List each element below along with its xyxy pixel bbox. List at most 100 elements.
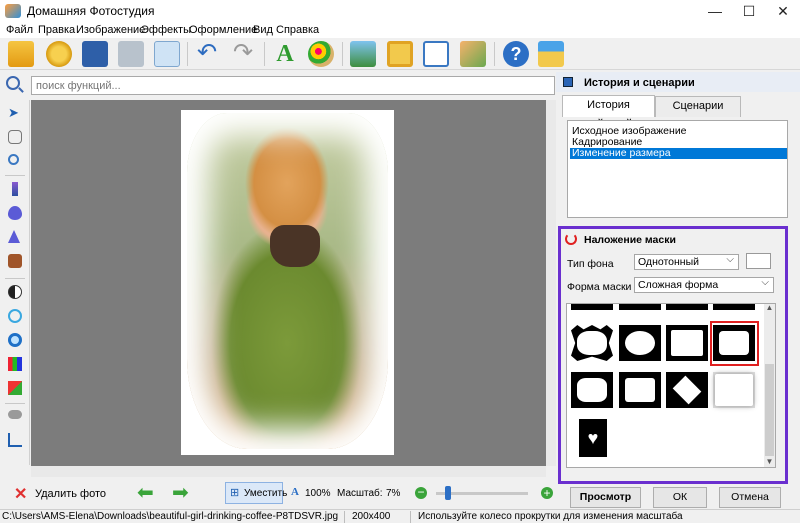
close-button[interactable]: ✕ bbox=[766, 0, 800, 22]
menu-help[interactable]: Справка bbox=[276, 24, 319, 36]
scroll-thumb[interactable] bbox=[765, 364, 774, 456]
help-icon[interactable]: ? bbox=[503, 41, 529, 67]
eraser-icon[interactable] bbox=[8, 410, 22, 419]
photo-icon[interactable] bbox=[350, 41, 376, 67]
print-icon[interactable] bbox=[118, 41, 144, 67]
actual-size-icon[interactable]: A bbox=[291, 486, 299, 498]
cancel-button[interactable]: Отмена bbox=[719, 487, 781, 508]
scale-label: Масштаб: bbox=[337, 488, 383, 499]
status-bar: C:\Users\AMS-Elena\Downloads\beautiful-g… bbox=[0, 509, 800, 523]
window-title: Домашняя Фотостудия bbox=[27, 4, 155, 18]
mask-gallery-scrollbar[interactable]: ▲ ▼ bbox=[764, 304, 775, 467]
menu-image[interactable]: Изображение bbox=[76, 24, 145, 36]
menu-edit[interactable]: Правка bbox=[38, 24, 75, 36]
menu-view[interactable]: Вид bbox=[253, 24, 273, 36]
mask-thumbnail[interactable] bbox=[713, 372, 755, 408]
history-item-selected[interactable]: Изменение размера bbox=[570, 148, 787, 159]
mask-thumbnail[interactable]: ♥ bbox=[579, 419, 607, 457]
zoom-icon[interactable] bbox=[8, 154, 19, 165]
bg-color-swatch[interactable] bbox=[746, 253, 771, 269]
status-file-path: C:\Users\AMS-Elena\Downloads\beautiful-g… bbox=[2, 511, 339, 522]
hand-icon[interactable] bbox=[8, 130, 22, 144]
bg-type-select[interactable]: Однотонный bbox=[634, 253, 739, 270]
ok-button[interactable]: ОК bbox=[653, 487, 707, 508]
zoom-out-icon[interactable]: − bbox=[415, 486, 427, 499]
undo-icon[interactable]: ↶ bbox=[194, 41, 220, 67]
history-list[interactable]: Исходное изображение Кадрирование Измене… bbox=[567, 120, 788, 218]
maximize-button[interactable]: ☐ bbox=[732, 0, 766, 22]
actual-size-button[interactable]: 100% bbox=[305, 488, 331, 499]
canvas-horizontal-scrollbar[interactable] bbox=[31, 466, 546, 477]
panel-icon bbox=[563, 77, 573, 87]
mask-thumbnail[interactable] bbox=[571, 304, 613, 310]
channels-icon[interactable] bbox=[8, 357, 22, 371]
text-icon[interactable]: A bbox=[272, 41, 298, 67]
crop-icon[interactable] bbox=[8, 433, 22, 447]
collage-icon[interactable] bbox=[460, 41, 486, 67]
minimize-button[interactable]: — bbox=[698, 0, 732, 22]
redo-icon[interactable]: ↷ bbox=[230, 41, 256, 67]
photo-preview[interactable] bbox=[187, 113, 388, 449]
drop-icon[interactable] bbox=[8, 206, 22, 220]
mask-thumbnail[interactable] bbox=[571, 325, 613, 361]
mask-thumbnail[interactable] bbox=[619, 304, 661, 310]
delete-photo-button[interactable]: Удалить фото bbox=[35, 488, 106, 500]
mask-thumbnail[interactable] bbox=[571, 372, 613, 408]
mask-thumbnail[interactable] bbox=[666, 325, 708, 361]
hue-icon[interactable] bbox=[8, 333, 22, 347]
mask-thumbnail[interactable] bbox=[666, 304, 708, 310]
bg-type-label: Тип фона bbox=[567, 258, 614, 270]
calendar-icon[interactable] bbox=[423, 41, 449, 67]
search-input[interactable] bbox=[31, 76, 555, 95]
mask-thumbnail[interactable] bbox=[619, 325, 661, 361]
menu-effects[interactable]: Эффекты bbox=[141, 24, 191, 36]
contrast-icon[interactable] bbox=[8, 285, 22, 299]
preview-icon[interactable] bbox=[154, 41, 180, 67]
zoom-slider-thumb[interactable] bbox=[445, 486, 452, 500]
preview-button[interactable]: Просмотр bbox=[570, 487, 641, 508]
stamp-icon[interactable] bbox=[8, 254, 22, 268]
mask-icon bbox=[565, 233, 577, 245]
mask-shape-select[interactable]: Сложная форма bbox=[634, 276, 774, 293]
status-image-size: 200x400 bbox=[352, 511, 391, 522]
mask-thumbnail[interactable] bbox=[666, 372, 708, 408]
mask-thumbnail[interactable] bbox=[713, 304, 755, 310]
tab-scenarios[interactable]: Сценарии bbox=[655, 96, 741, 117]
fit-button[interactable]: ⊞ Уместить bbox=[225, 482, 287, 504]
home-icon[interactable] bbox=[538, 41, 564, 67]
next-photo-icon[interactable]: ➡ bbox=[172, 483, 189, 503]
scale-value: 7% bbox=[386, 488, 401, 499]
delete-icon[interactable]: ✕ bbox=[14, 484, 27, 504]
mask-shape-label: Форма маски bbox=[567, 281, 632, 293]
sharpen-icon[interactable] bbox=[8, 230, 20, 243]
menu-design[interactable]: Оформление bbox=[189, 24, 257, 36]
right-panel-title: История и сценарии bbox=[584, 77, 695, 89]
mask-gallery[interactable]: ♥ bbox=[566, 303, 776, 468]
open-icon[interactable] bbox=[8, 41, 34, 67]
menu-bar: Файл Правка Изображение Эффекты Оформлен… bbox=[0, 22, 800, 38]
cursor-icon[interactable]: ➤ bbox=[8, 106, 22, 120]
tab-history[interactable]: История действий bbox=[562, 95, 655, 130]
mask-thumbnail-selected[interactable] bbox=[713, 325, 755, 361]
palette-icon[interactable] bbox=[308, 41, 334, 67]
saturation-icon[interactable] bbox=[8, 309, 22, 323]
heart-icon: ♥ bbox=[587, 428, 599, 448]
menu-file[interactable]: Файл bbox=[6, 24, 33, 36]
fit-icon: ⊞ bbox=[230, 487, 240, 499]
brush-icon[interactable] bbox=[12, 182, 18, 196]
canvas-vertical-scrollbar[interactable] bbox=[546, 100, 556, 466]
fit-label: Уместить bbox=[244, 488, 288, 499]
frame-icon[interactable] bbox=[387, 41, 413, 67]
search-icon[interactable] bbox=[6, 76, 20, 90]
scroll-up-icon[interactable]: ▲ bbox=[765, 304, 774, 312]
mask-thumbnail[interactable] bbox=[619, 372, 661, 408]
toolbar: ↶ ↷ A ? bbox=[0, 38, 800, 70]
bottom-toolbar: ✕ Удалить фото ⬅ ➡ ⊞ Уместить A 100% Мас… bbox=[0, 478, 556, 509]
tool-panel: ➤ bbox=[0, 100, 30, 465]
layers-icon[interactable] bbox=[8, 381, 22, 395]
save-icon[interactable] bbox=[82, 41, 108, 67]
scroll-down-icon[interactable]: ▼ bbox=[765, 458, 774, 466]
gallery-icon[interactable] bbox=[46, 41, 72, 67]
prev-photo-icon[interactable]: ⬅ bbox=[137, 483, 154, 503]
zoom-in-icon[interactable]: + bbox=[541, 487, 553, 499]
